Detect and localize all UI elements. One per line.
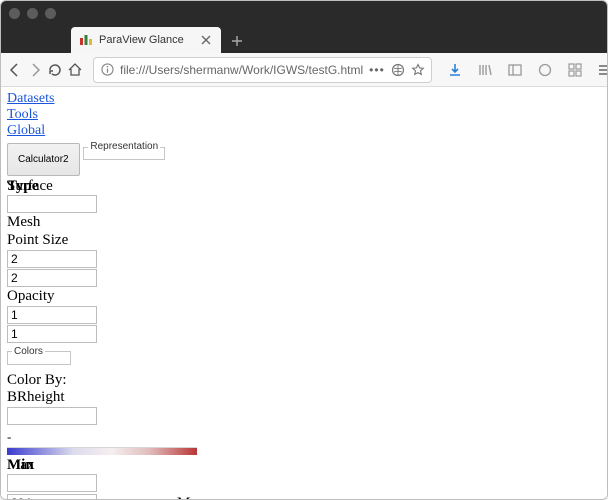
new-tab-button[interactable] bbox=[225, 29, 249, 53]
module-button-calculator2[interactable]: Calculator2 bbox=[7, 143, 80, 177]
page-actions-icon[interactable]: ••• bbox=[369, 63, 385, 77]
sidebar-icon[interactable] bbox=[502, 57, 528, 83]
page-content: Datasets Tools Global Calculator2 Repres… bbox=[1, 87, 607, 499]
module-calculator2: Calculator2 Representation Type Surface … bbox=[7, 139, 601, 499]
nav-tools[interactable]: Tools bbox=[7, 107, 601, 123]
type-value: Surface bbox=[7, 178, 53, 195]
pointsize-text[interactable] bbox=[7, 250, 97, 268]
reader-mode-icon[interactable] bbox=[391, 63, 405, 77]
representation-box: Representation bbox=[83, 141, 165, 160]
pointsize-stepper[interactable] bbox=[7, 269, 97, 287]
url-text: file:///Users/shermanw/Work/IGWS/testG.h… bbox=[120, 63, 363, 77]
max-label: Max bbox=[177, 495, 205, 499]
close-window-icon[interactable] bbox=[9, 8, 20, 19]
pointsize-label: Point Size bbox=[7, 232, 601, 249]
zoom-window-icon[interactable] bbox=[45, 8, 56, 19]
representation-legend: Representation bbox=[88, 141, 160, 153]
menu-icon[interactable] bbox=[592, 57, 608, 83]
nav-datasets[interactable]: Datasets bbox=[7, 91, 601, 107]
url-bar[interactable]: file:///Users/shermanw/Work/IGWS/testG.h… bbox=[93, 57, 432, 83]
favicon-icon bbox=[79, 33, 93, 47]
mesh-label: Mesh bbox=[7, 214, 601, 231]
tab-paraview-glance[interactable]: ParaView Glance bbox=[71, 27, 221, 53]
protection-icon[interactable] bbox=[532, 57, 558, 83]
opacity-stepper[interactable] bbox=[7, 325, 97, 343]
range-value-input[interactable] bbox=[7, 494, 97, 499]
reload-button[interactable] bbox=[47, 57, 63, 83]
home-button[interactable] bbox=[67, 57, 83, 83]
max-overlap: Max bbox=[7, 457, 35, 474]
back-button[interactable] bbox=[7, 57, 23, 83]
colorby-label: Color By: bbox=[7, 372, 601, 389]
tab-strip: ParaView Glance bbox=[1, 25, 607, 53]
bookmark-star-icon[interactable] bbox=[411, 63, 425, 77]
color-gradient bbox=[7, 447, 197, 455]
colors-box: Colors bbox=[7, 346, 71, 365]
opacity-text[interactable] bbox=[7, 306, 97, 324]
colorby-input[interactable] bbox=[7, 407, 97, 425]
minimize-window-icon[interactable] bbox=[27, 8, 38, 19]
type-stack: Type Surface bbox=[7, 178, 601, 194]
browser-toolbar: file:///Users/shermanw/Work/IGWS/testG.h… bbox=[1, 53, 607, 87]
minmax-stack: Min Max bbox=[7, 457, 601, 473]
window-controls bbox=[9, 8, 56, 19]
colorby-value: BRheight bbox=[7, 389, 601, 406]
browser-window: ParaView Glance file:///Users/shermanw/W… bbox=[0, 0, 608, 500]
tab-title: ParaView Glance bbox=[99, 34, 193, 46]
forward-button[interactable] bbox=[27, 57, 43, 83]
tab-close-icon[interactable] bbox=[199, 33, 213, 47]
library-icon[interactable] bbox=[472, 57, 498, 83]
nav-global[interactable]: Global bbox=[7, 123, 601, 139]
colors-legend: Colors bbox=[12, 346, 45, 358]
downloads-icon[interactable] bbox=[442, 57, 468, 83]
min-input[interactable] bbox=[7, 474, 97, 492]
titlebar bbox=[1, 1, 607, 25]
toolbar-right bbox=[442, 57, 608, 83]
extensions-icon[interactable] bbox=[562, 57, 588, 83]
page-info-icon[interactable] bbox=[100, 63, 114, 77]
opacity-label: Opacity bbox=[7, 288, 601, 305]
type-input[interactable] bbox=[7, 195, 97, 213]
